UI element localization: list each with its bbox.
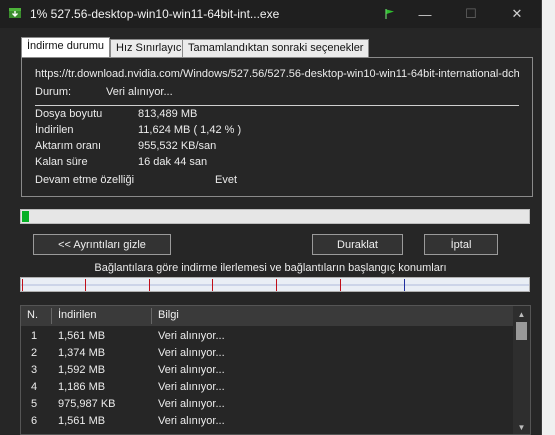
- cell-number: 2: [31, 347, 38, 359]
- cell-downloaded: 1,592 MB: [58, 364, 106, 376]
- transfer-rate-label: Aktarım oranı: [35, 140, 102, 152]
- cell-downloaded: 1,186 MB: [58, 381, 106, 393]
- flag-icon: [385, 9, 394, 19]
- title-bar: 1% 527.56-desktop-win10-win11-64bit-int.…: [0, 0, 541, 28]
- connections-progress-bar: [20, 277, 530, 292]
- download-status-panel: https://tr.download.nvidia.com/Windows/5…: [21, 57, 533, 197]
- connection-marker: [149, 279, 150, 291]
- cell-downloaded: 975,987 KB: [58, 398, 116, 410]
- cell-number: 5: [31, 398, 38, 410]
- cancel-button[interactable]: İptal: [424, 234, 498, 255]
- cell-info: Veri alınıyor...: [158, 347, 225, 359]
- cell-downloaded: 1,374 MB: [58, 347, 106, 359]
- table-row[interactable]: 6 1,561 MB Veri alınıyor...: [21, 413, 513, 430]
- connection-marker: [22, 279, 23, 291]
- download-progress-bar: [20, 209, 530, 224]
- connections-caption: Bağlantılara göre indirme ilerlemesi ve …: [94, 262, 447, 274]
- maximize-button[interactable]: ☐: [448, 0, 494, 28]
- cell-number: 6: [31, 415, 38, 427]
- status-label: Durum:: [35, 86, 72, 98]
- resume-capability-label: Devam etme özelliği: [35, 174, 135, 186]
- table-row[interactable]: 5 975,987 KB Veri alınıyor...: [21, 396, 513, 413]
- cell-info: Veri alınıyor...: [158, 381, 225, 393]
- connection-marker: [212, 279, 213, 291]
- file-size-value: 813,489 MB: [138, 108, 198, 120]
- table-row[interactable]: 4 1,186 MB Veri alınıyor...: [21, 379, 513, 396]
- tab-download-status[interactable]: İndirme durumu: [21, 37, 111, 58]
- cell-info: Veri alınıyor...: [158, 415, 225, 427]
- resume-capability-value: Evet: [215, 174, 238, 186]
- background-window-edge: [541, 0, 555, 435]
- vertical-scrollbar[interactable]: ▲ ▼: [513, 306, 530, 434]
- minimize-button[interactable]: —: [402, 0, 448, 28]
- pause-button[interactable]: Duraklat: [312, 234, 403, 255]
- table-row[interactable]: 3 1,592 MB Veri alınıyor...: [21, 362, 513, 379]
- divider: [35, 105, 519, 106]
- scroll-down-arrow-icon[interactable]: ▼: [513, 420, 530, 434]
- file-size-label: Dosya boyutu: [35, 108, 103, 120]
- close-button[interactable]: ✕: [494, 0, 540, 28]
- cell-info: Veri alınıyor...: [158, 398, 225, 410]
- download-url: https://tr.download.nvidia.com/Windows/5…: [35, 68, 519, 80]
- progress-fill: [22, 211, 29, 222]
- time-left-value: 16 dak 44 san: [138, 156, 208, 168]
- column-divider: [51, 308, 52, 324]
- cell-info: Veri alınıyor...: [158, 364, 225, 376]
- downloaded-value: 11,624 MB ( 1,42 % ): [138, 124, 242, 136]
- cell-number: 3: [31, 364, 38, 376]
- time-left-label: Kalan süre: [35, 156, 88, 168]
- connection-marker: [404, 279, 405, 291]
- connections-track: [21, 284, 529, 286]
- table-row[interactable]: 1 1,561 MB Veri alınıyor...: [21, 328, 513, 345]
- table-header: N. İndirilen Bilgi: [21, 306, 513, 326]
- download-window: 1% 527.56-desktop-win10-win11-64bit-int.…: [0, 0, 542, 435]
- tab-on-completion-options[interactable]: Tamamlandıktan sonraki seçenekler: [182, 39, 370, 57]
- cell-downloaded: 1,561 MB: [58, 415, 106, 427]
- connections-table: N. İndirilen Bilgi 1 1,561 MB Veri alını…: [20, 305, 531, 435]
- column-header-info[interactable]: Bilgi: [158, 309, 179, 321]
- window-title: 1% 527.56-desktop-win10-win11-64bit-int.…: [30, 7, 280, 21]
- connection-marker: [276, 279, 277, 291]
- idm-app-icon: [9, 8, 21, 18]
- tab-speed-limiter[interactable]: Hız Sınırlayıcı: [110, 39, 191, 57]
- cell-number: 4: [31, 381, 38, 393]
- column-header-number[interactable]: N.: [27, 309, 38, 321]
- transfer-rate-value: 955,532 KB/san: [138, 140, 217, 152]
- scroll-up-arrow-icon[interactable]: ▲: [513, 307, 530, 321]
- column-header-downloaded[interactable]: İndirilen: [58, 309, 97, 321]
- cell-downloaded: 1,561 MB: [58, 330, 106, 342]
- scrollbar-thumb[interactable]: [516, 322, 527, 340]
- status-value: Veri alınıyor...: [106, 86, 173, 98]
- cell-number: 1: [31, 330, 38, 342]
- connection-marker: [85, 279, 86, 291]
- cell-info: Veri alınıyor...: [158, 330, 225, 342]
- hide-details-button[interactable]: << Ayrıntıları gizle: [33, 234, 171, 255]
- column-divider: [151, 308, 152, 324]
- downloaded-label: İndirilen: [35, 124, 74, 136]
- table-row[interactable]: 2 1,374 MB Veri alınıyor...: [21, 345, 513, 362]
- connection-marker: [340, 279, 341, 291]
